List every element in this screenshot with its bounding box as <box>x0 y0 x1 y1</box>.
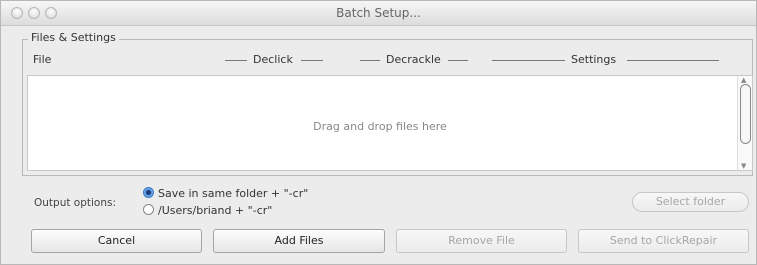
select-folder-button[interactable]: Select folder <box>632 192 749 212</box>
output-option-user-folder[interactable]: /Users/briand + "-cr" <box>143 204 272 217</box>
column-file: File <box>33 53 52 66</box>
files-settings-label: Files & Settings <box>28 31 119 44</box>
output-option-same-folder[interactable]: Save in same folder + "-cr" <box>143 187 308 200</box>
scroll-thumb[interactable] <box>740 84 751 144</box>
radio-selected-icon[interactable] <box>143 187 154 198</box>
output-options-label: Output options: <box>34 197 117 209</box>
column-decrackle: Decrackle <box>386 53 441 66</box>
decrackle-rule-right <box>448 60 468 61</box>
declick-rule-left <box>225 60 247 61</box>
settings-rule-left <box>492 60 565 61</box>
batch-setup-window: Batch Setup... Files & Settings File Dec… <box>0 0 757 265</box>
decrackle-rule-left <box>360 60 380 61</box>
output-option-label: /Users/briand + "-cr" <box>158 204 273 217</box>
remove-file-button[interactable]: Remove File <box>396 229 567 253</box>
window-title: Batch Setup... <box>336 6 421 20</box>
scroll-down-arrow-icon[interactable]: ▼ <box>741 162 746 170</box>
drop-hint: Drag and drop files here <box>313 120 447 133</box>
send-to-clickrepair-button[interactable]: Send to ClickRepair <box>578 229 749 253</box>
declick-rule-right <box>301 60 323 61</box>
vertical-scrollbar[interactable]: ▲ ▼ <box>737 76 752 170</box>
file-drop-area[interactable]: Drag and drop files here ▲ ▼ <box>27 75 753 171</box>
add-files-button[interactable]: Add Files <box>213 229 385 253</box>
cancel-button[interactable]: Cancel <box>31 229 202 253</box>
scroll-up-arrow-icon[interactable]: ▲ <box>741 76 746 84</box>
settings-rule-right <box>627 60 719 61</box>
output-option-label: Save in same folder + "-cr" <box>158 187 309 200</box>
title-bar: Batch Setup... <box>1 1 756 26</box>
radio-unselected-icon[interactable] <box>143 204 154 215</box>
column-settings: Settings <box>571 53 617 66</box>
column-declick: Declick <box>253 53 293 66</box>
